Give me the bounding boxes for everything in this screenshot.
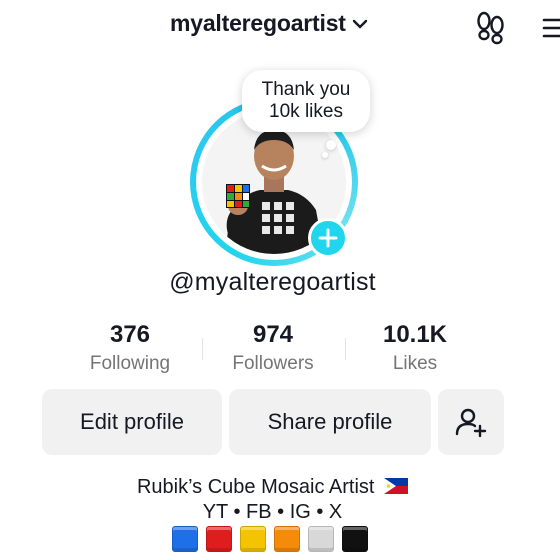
edit-profile-button[interactable]: Edit profile	[42, 389, 222, 455]
profile-stats: 376 Following 974 Followers 10.1K Likes	[60, 320, 490, 380]
bio-social-links: YT • FB • IG • X	[202, 501, 343, 523]
add-friend-button[interactable]	[438, 389, 504, 455]
add-story-button[interactable]	[308, 218, 348, 258]
stat-likes[interactable]: 10.1K Likes	[345, 320, 485, 378]
note-bubble[interactable]: Thank you 10k likes	[242, 70, 370, 132]
profile-handle: @myalteregoartist	[169, 268, 376, 296]
note-bubble-tail	[326, 140, 336, 150]
share-profile-button[interactable]: Share profile	[229, 389, 431, 455]
note-bubble-tail-small	[322, 152, 328, 158]
bio-text: Rubik’s Cube Mosaic Artist	[136, 476, 375, 498]
cube-color-square	[206, 526, 232, 552]
cube-color-square	[342, 526, 368, 552]
following-label: Following	[89, 353, 171, 374]
profile-header: myalteregoartist	[0, 0, 560, 56]
cube-color-square	[308, 526, 334, 552]
stat-following[interactable]: 376 Following	[60, 320, 200, 378]
cube-color-square	[274, 526, 300, 552]
following-count: 376	[109, 321, 151, 348]
add-friend-icon	[455, 408, 487, 438]
footprints-icon[interactable]	[472, 10, 508, 46]
followers-label: Followers	[232, 353, 314, 374]
note-line-2: 10k likes	[269, 101, 343, 122]
bio-line-1: Rubik’s Cube Mosaic Artist	[0, 476, 545, 499]
plus-icon	[318, 228, 338, 248]
account-switcher[interactable]: myalteregoartist	[170, 10, 370, 37]
header-username: myalteregoartist	[170, 10, 346, 36]
cube-color-squares	[172, 526, 368, 552]
likes-label: Likes	[392, 353, 438, 374]
chevron-down-icon	[352, 19, 367, 28]
likes-count: 10.1K	[382, 321, 448, 348]
note-line-1: Thank you	[261, 79, 351, 100]
cube-color-square	[240, 526, 266, 552]
philippines-flag-icon	[384, 478, 409, 494]
hamburger-menu-icon[interactable]	[540, 14, 560, 42]
followers-count: 974	[252, 321, 294, 348]
stat-followers[interactable]: 974 Followers	[203, 320, 343, 378]
cube-color-square	[172, 526, 198, 552]
